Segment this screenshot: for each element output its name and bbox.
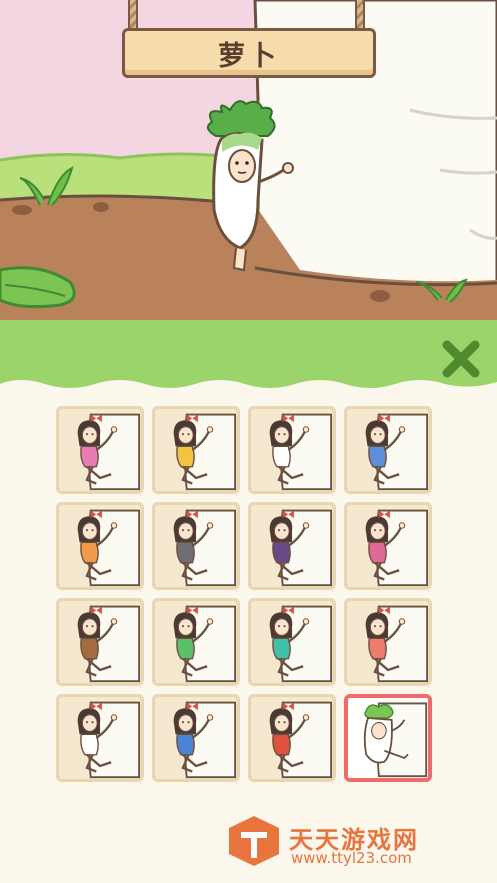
outfit-cell-grey-glasses[interactable] [152,502,240,590]
outfit-grid [56,406,442,782]
watermark: 天天游戏网 www.ttyl23.com [225,812,465,868]
watermark-url: www.ttyl23.com [291,849,412,867]
outfit-character-icon [363,702,428,778]
outfit-cell-red-beret[interactable] [152,598,240,686]
outfit-cell-orange-basket[interactable] [56,502,144,590]
outfit-cell-teal-dress[interactable] [248,598,336,686]
outfit-character-icon [173,413,237,491]
character-name-sign: 萝卜 [122,28,376,78]
outfit-cell-pink-veggie-basket[interactable] [344,502,432,590]
outfit-character-icon [77,701,141,779]
outfit-character-icon [77,509,141,587]
outfit-character-icon [269,701,333,779]
outfit-character-icon [269,605,333,683]
outfit-character-icon [173,605,237,683]
outfit-character-icon [77,605,141,683]
outfit-cell-straw-hat[interactable] [56,694,144,782]
outfit-cell-radish-suit[interactable] [344,694,432,782]
header-banner [0,320,497,388]
character-name-label: 萝卜 [218,40,280,72]
outfit-cell-red-qipao[interactable] [248,694,336,782]
game-scene: 萝卜 [0,0,497,330]
outfit-cell-yellow-melon[interactable] [152,694,240,782]
outfit-character-icon [365,413,429,491]
outfit-cell-pink-dress[interactable] [56,406,144,494]
outfit-character-icon [269,413,333,491]
outfit-character-icon [173,701,237,779]
outfit-cell-brown-monkey[interactable] [56,598,144,686]
outfit-character-icon [269,509,333,587]
outfit-cell-blue-polka[interactable] [344,406,432,494]
outfit-cell-white-shirt[interactable] [248,406,336,494]
outfit-character-icon [77,413,141,491]
outfit-cell-purple-ninja[interactable] [248,502,336,590]
outfit-cell-coral-dress[interactable] [344,598,432,686]
outfit-character-icon [365,509,429,587]
close-icon [442,340,480,378]
outfit-character-icon [173,509,237,587]
outfit-cell-yellow-backpack[interactable] [152,406,240,494]
watermark-logo-icon [229,816,279,866]
close-button[interactable] [436,334,486,384]
outfit-character-icon [365,605,429,683]
